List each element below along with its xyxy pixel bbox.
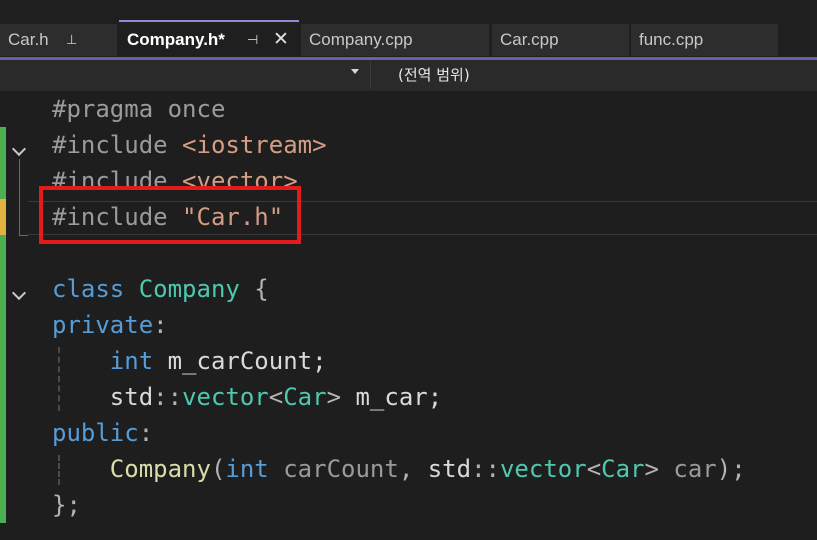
punctuation: (: [210, 455, 226, 483]
unsaved-change-indicator: [0, 199, 6, 235]
tab-company-cpp[interactable]: Company.cpp: [301, 24, 489, 56]
tab-label: Car.cpp: [500, 30, 559, 49]
parameter: car: [673, 455, 717, 483]
tab-car-h[interactable]: Car.h ⊥: [0, 24, 117, 56]
preprocessor: #pragma once: [52, 95, 226, 123]
tab-car-cpp[interactable]: Car.cpp: [492, 24, 629, 56]
punctuation: {: [239, 275, 269, 303]
navbar-divider: [370, 62, 371, 89]
code-line-2[interactable]: #include <iostream>: [52, 127, 327, 163]
change-indicator: [0, 127, 6, 199]
code-line-6[interactable]: class Company {: [52, 271, 269, 307]
keyword: private: [52, 311, 154, 339]
punctuation: ::: [153, 383, 183, 411]
identifier: m_carCount;: [153, 347, 327, 375]
tab-func-cpp[interactable]: func.cpp: [631, 24, 778, 56]
keyword: class: [52, 275, 125, 303]
chevron-down-icon[interactable]: [351, 69, 359, 74]
fold-guide: [19, 159, 20, 235]
pin-icon[interactable]: ⊥: [66, 24, 77, 56]
code-line-9[interactable]: std::vector<Car> m_car;: [52, 379, 442, 415]
punctuation: <: [268, 383, 284, 411]
collapse-icon[interactable]: [12, 291, 27, 301]
preprocessor: #include: [52, 131, 183, 159]
tab-label: func.cpp: [639, 30, 704, 49]
type-name: vector: [499, 455, 587, 483]
code-line-12[interactable]: };: [52, 487, 81, 523]
namespace: std: [109, 383, 154, 411]
tab-label: Car.h: [8, 30, 49, 49]
identifier: m_car;: [355, 383, 443, 411]
punctuation: :: [153, 311, 168, 339]
parameter: carCount: [268, 455, 399, 483]
punctuation: <: [586, 455, 602, 483]
type-name: vector: [182, 383, 269, 411]
scope-dropdown[interactable]: (전역 범위): [398, 60, 470, 91]
punctuation: >: [326, 383, 356, 411]
code-line-1[interactable]: #pragma once: [52, 91, 225, 127]
punctuation: );: [716, 455, 746, 483]
tab-label: Company.cpp: [309, 30, 413, 49]
punctuation: };: [52, 491, 81, 519]
punctuation: ::: [471, 455, 500, 483]
punctuation: >: [644, 455, 674, 483]
type-name: Car: [283, 383, 327, 411]
pin-icon[interactable]: ⊣: [247, 22, 258, 58]
function-name: Company: [109, 455, 211, 483]
namespace: std: [427, 455, 472, 483]
keyword: public: [52, 419, 139, 447]
code-line-8[interactable]: int m_carCount;: [52, 343, 327, 379]
punctuation: :: [138, 419, 154, 447]
punctuation: ,: [398, 455, 428, 483]
document-tab-strip: Car.h ⊥ Company.h* ⊣ ✕ Company.cpp Car.c…: [0, 0, 817, 60]
code-editor[interactable]: #pragma once #include <iostream> #includ…: [0, 91, 817, 540]
type-name: Car: [601, 455, 645, 483]
keyword: int: [109, 347, 154, 375]
close-icon[interactable]: ✕: [273, 22, 289, 58]
code-line-7[interactable]: private:: [52, 307, 168, 343]
annotation-highlight-box: [39, 186, 301, 244]
code-line-10[interactable]: public:: [52, 415, 153, 451]
change-indicator: [0, 235, 6, 523]
include-path: <iostream>: [182, 131, 327, 159]
keyword: int: [225, 455, 269, 483]
tab-label: Company.h*: [127, 30, 225, 49]
navigation-bar: (전역 범위): [0, 60, 817, 91]
code-line-11[interactable]: Company(int carCount, std::vector<Car> c…: [52, 451, 746, 487]
collapse-icon[interactable]: [12, 147, 27, 157]
class-name: Company: [138, 275, 240, 303]
fold-end: [19, 235, 28, 236]
tab-company-h[interactable]: Company.h* ⊣ ✕: [119, 22, 299, 58]
